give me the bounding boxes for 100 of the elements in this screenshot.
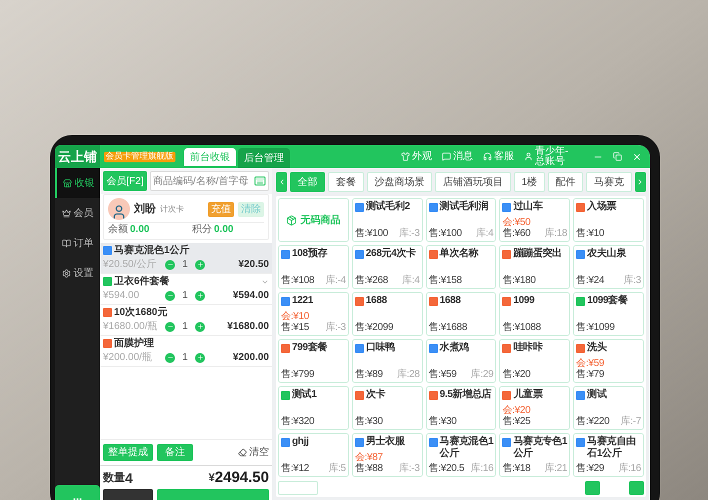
- sidebar-item[interactable]: 会员: [55, 198, 100, 228]
- cart-item[interactable]: 卫衣6件套餐 ¥594.00 1 ¥594.00: [100, 274, 272, 305]
- package-icon: [286, 214, 298, 226]
- product-card[interactable]: 水煮鸡 售:¥59 库:29: [426, 339, 496, 383]
- product-name: 洗头: [587, 342, 607, 354]
- product-card[interactable]: 1688 售:¥2099: [352, 292, 423, 336]
- product-card[interactable]: 1221 会:¥10 售:¥15 库:-3: [278, 292, 349, 336]
- product-card[interactable]: 次卡 售:¥30: [352, 386, 423, 430]
- product-card[interactable]: 799套餐 售:¥799: [278, 339, 349, 383]
- page-size-button[interactable]: [278, 481, 318, 495]
- sale-price: 售:¥108: [281, 275, 314, 286]
- product-name: 哇咔咔: [513, 342, 542, 354]
- product-name: 1099: [513, 295, 534, 307]
- plus-icon: [196, 323, 204, 330]
- stock-count: 库:5: [328, 463, 346, 474]
- category-tab[interactable]: 马赛克: [586, 172, 632, 192]
- product-card[interactable]: 马赛克专色1公斤 售:¥18 库:21: [499, 433, 570, 477]
- product-name: 次卡: [366, 389, 386, 401]
- previous-page-button[interactable]: [585, 481, 600, 495]
- category-tab[interactable]: 1楼: [514, 172, 545, 192]
- product-card[interactable]: 马赛克自由石1公斤 售:¥29 库:16: [573, 433, 644, 477]
- category-tab[interactable]: 沙盘商场景: [366, 172, 432, 192]
- product-card[interactable]: 蹦蹦蛋突出 售:¥180: [499, 245, 570, 289]
- product-name: 1688: [440, 295, 461, 307]
- product-card[interactable]: 268元4次卡 售:¥268 库:4: [352, 245, 423, 289]
- product-card[interactable]: 1688 售:¥1688: [426, 292, 496, 336]
- product-card[interactable]: 测试毛利润 售:¥100 库:4: [426, 198, 496, 242]
- unit-price: ¥594.00: [103, 289, 140, 303]
- product-card[interactable]: 1099 售:¥1088: [499, 292, 570, 336]
- decrease-button[interactable]: [165, 322, 175, 332]
- product-card[interactable]: 哇咔咔 售:¥20: [499, 339, 570, 383]
- edition-badge: 会员卡管理旗舰版: [104, 151, 176, 162]
- product-card[interactable]: 入场票 售:¥10: [573, 198, 644, 242]
- product-name: 测试毛利2: [366, 201, 410, 213]
- restore-icon[interactable]: [613, 152, 622, 161]
- product-name: 测试1: [292, 389, 317, 401]
- book-icon: [62, 238, 70, 248]
- member-price: 会:¥59: [576, 359, 604, 369]
- product-name: ghjj: [292, 436, 309, 448]
- product-card[interactable]: 测试毛利2 售:¥100 库:-3: [352, 198, 423, 242]
- cart-item[interactable]: 面膜护理 ¥200.00/瓶 1 ¥200.00: [100, 336, 272, 367]
- sale-price: 售:¥29: [576, 463, 604, 474]
- clear-cart-button[interactable]: 清空: [238, 445, 269, 460]
- line-total: ¥594.00: [232, 289, 269, 303]
- product-card[interactable]: 男士衣服 会:¥87 售:¥88 库:-3: [352, 433, 423, 477]
- product-name: 799套餐: [292, 342, 328, 354]
- balance-label: 余额: [108, 223, 128, 237]
- minus-icon: [166, 354, 174, 361]
- product-card[interactable]: 洗头 会:¥59 售:¥79: [573, 339, 644, 383]
- person-icon: [111, 204, 127, 220]
- product-name: 马赛克专色1公斤: [513, 436, 568, 460]
- scroll-right-button[interactable]: [634, 172, 646, 192]
- category-tab[interactable]: 配件: [548, 172, 584, 192]
- scroll-left-button[interactable]: [276, 172, 287, 192]
- increase-button[interactable]: [195, 322, 205, 332]
- cart-item[interactable]: 10次1680元 ¥1680.00/瓶 1 ¥1680.00: [100, 305, 272, 336]
- product-card[interactable]: 测试 售:¥220 库:-7: [573, 386, 644, 430]
- product-card[interactable]: 108预存 售:¥108 库:-4: [278, 245, 349, 289]
- decrease-button[interactable]: [165, 260, 175, 270]
- unit-price: ¥200.00/瓶: [103, 351, 153, 365]
- member-name: 刘盼: [134, 202, 156, 217]
- product-name: 1688: [366, 295, 387, 307]
- product-search-field[interactable]: 商品编码/名称/首字母: [150, 171, 269, 191]
- keyboard-icon[interactable]: [254, 175, 266, 187]
- sale-price: 售:¥59: [428, 369, 457, 380]
- product-card[interactable]: 农夫山泉 售:¥24 库:3: [573, 245, 644, 289]
- category-tab[interactable]: 店铺酒玩项目: [435, 172, 511, 192]
- product-card[interactable]: 9.5新增总店 售:¥30: [426, 386, 496, 430]
- sidebar-item[interactable]: 设置: [55, 258, 100, 288]
- sale-price: 售:¥1688: [428, 322, 468, 333]
- sidebar-item[interactable]: 订单: [55, 228, 100, 258]
- store-icon: [62, 178, 72, 188]
- member-price: 会:¥10: [281, 312, 309, 322]
- increase-button[interactable]: [195, 290, 205, 300]
- increase-button[interactable]: [195, 260, 205, 270]
- product-card[interactable]: 口味鸭 售:¥89 库:28: [352, 339, 423, 383]
- decrease-button[interactable]: [165, 352, 175, 362]
- sale-price: 售:¥158: [428, 275, 462, 286]
- product-card[interactable]: 1099套餐 售:¥1099: [573, 292, 644, 336]
- cart-item[interactable]: 马赛克混色1公斤 ¥20.50/公斤 1 ¥20.50: [100, 243, 272, 274]
- product-card[interactable]: 单次名称 售:¥158: [426, 245, 496, 289]
- category-tab[interactable]: 套餐: [328, 172, 364, 192]
- product-card[interactable]: 儿童票 会:¥20 售:¥25: [499, 386, 570, 430]
- product-card[interactable]: 测试1 售:¥320: [278, 386, 349, 430]
- line-total: ¥20.50: [238, 258, 269, 272]
- stock-count: 库:-4: [325, 275, 346, 286]
- stock-count: 库:-3: [399, 228, 420, 239]
- close-icon[interactable]: [632, 152, 642, 162]
- minus-icon: [166, 292, 174, 299]
- decrease-button[interactable]: [165, 290, 175, 300]
- product-card[interactable]: 过山车 会:¥50 售:¥60 库:18: [499, 198, 570, 242]
- product-card[interactable]: ghjj 售:¥12 库:5: [278, 433, 349, 477]
- increase-button[interactable]: [195, 352, 205, 362]
- product-name: 蹦蹦蛋突出: [513, 248, 562, 260]
- product-card[interactable]: 马赛克混色1公斤 售:¥20.5 库:16: [426, 433, 496, 477]
- sale-price: 售:¥12: [281, 463, 309, 474]
- next-page-button[interactable]: [629, 481, 644, 495]
- stock-count: 库:-3: [325, 322, 346, 333]
- sidebar-item[interactable]: 收银: [55, 168, 100, 198]
- sale-price: 售:¥79: [576, 369, 604, 380]
